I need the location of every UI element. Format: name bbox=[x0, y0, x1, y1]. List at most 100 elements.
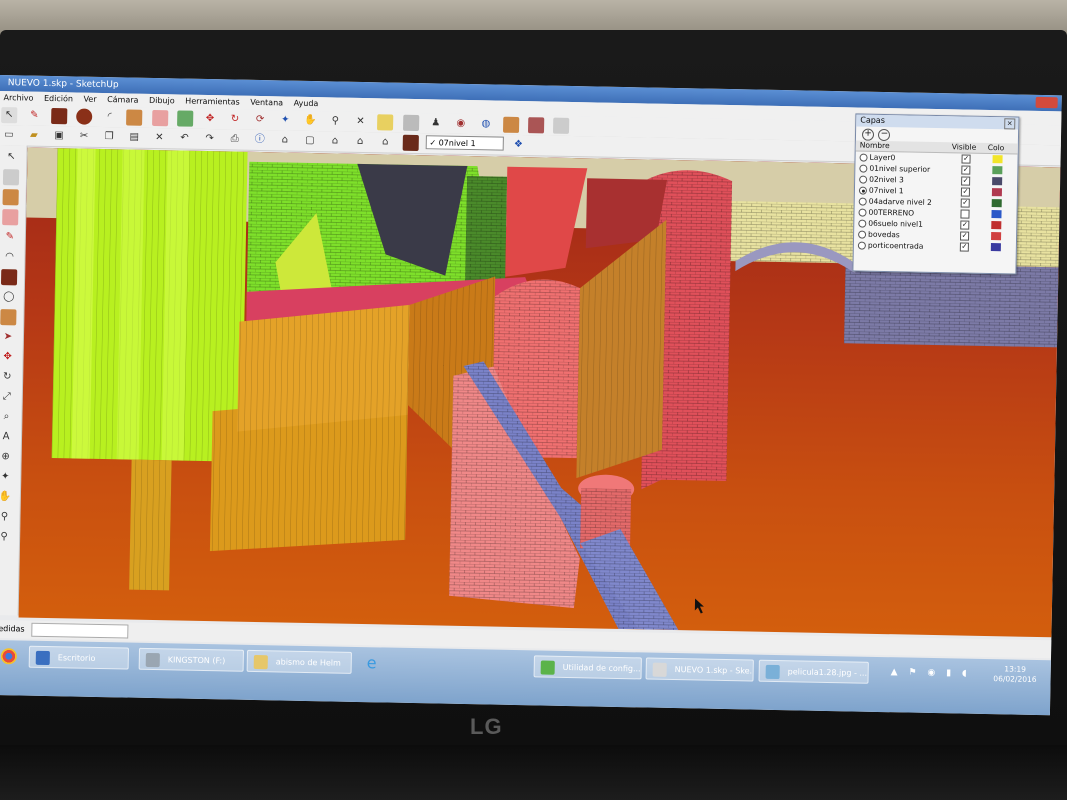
clock[interactable]: 13:19 06/02/2016 bbox=[993, 664, 1037, 685]
redo-icon[interactable]: ↷ bbox=[201, 131, 217, 147]
layer-color-swatch[interactable] bbox=[991, 221, 1002, 230]
menu-edicion[interactable]: Edición bbox=[44, 94, 73, 104]
layer-color-swatch[interactable] bbox=[991, 199, 1002, 208]
layer-visible-checkbox[interactable]: ✓ bbox=[961, 176, 971, 186]
rectangle-left-icon[interactable] bbox=[0, 269, 18, 286]
taskbar-item[interactable]: Utilidad de config... bbox=[533, 655, 642, 680]
arc-left-icon[interactable]: ◠ bbox=[1, 249, 17, 265]
arc-icon[interactable]: ◜ bbox=[101, 109, 117, 125]
measures-input[interactable] bbox=[31, 622, 129, 639]
offset-icon[interactable]: ⟳ bbox=[252, 112, 268, 128]
dimension-icon[interactable] bbox=[402, 114, 419, 132]
layer-color-swatch[interactable] bbox=[990, 243, 1001, 252]
menu-herramientas[interactable]: Herramientas bbox=[185, 97, 240, 107]
orbit-left-icon[interactable]: ✦ bbox=[0, 469, 13, 485]
taskbar-item[interactable]: Escritorio bbox=[28, 645, 130, 670]
push-pull-icon[interactable] bbox=[126, 109, 143, 126]
walk-icon[interactable]: ♟ bbox=[428, 115, 444, 131]
layer-name[interactable]: porticoentrada bbox=[868, 240, 924, 252]
col-visible[interactable]: Visible bbox=[952, 142, 977, 152]
taskbar-item[interactable]: NUEVO 1.skp - Ske... bbox=[645, 657, 754, 682]
zoom-extents-icon[interactable]: ✕ bbox=[352, 114, 368, 130]
menu-ventana[interactable]: Ventana bbox=[250, 98, 283, 108]
zoom-window-icon[interactable]: ⚲ bbox=[0, 529, 12, 545]
layer-color-swatch[interactable] bbox=[992, 177, 1003, 186]
layer-active-radio[interactable] bbox=[858, 230, 867, 239]
layer-active-radio[interactable] bbox=[859, 175, 868, 184]
push-pull-left-icon[interactable] bbox=[0, 309, 17, 326]
box-icon[interactable] bbox=[553, 117, 570, 134]
layer-color-swatch[interactable] bbox=[991, 210, 1002, 219]
delete-icon[interactable]: ✕ bbox=[151, 130, 167, 146]
layer-name[interactable]: 07nivel 1 bbox=[869, 185, 904, 197]
layer-color-swatch[interactable] bbox=[991, 232, 1002, 241]
open-file-icon[interactable]: ▰ bbox=[26, 128, 42, 144]
menu-ver[interactable]: Ver bbox=[83, 95, 96, 104]
layer-active-radio[interactable] bbox=[858, 219, 867, 228]
move-left-icon[interactable]: ✥ bbox=[0, 349, 16, 365]
line-icon[interactable]: ✎ bbox=[2, 229, 18, 245]
make-component-icon[interactable] bbox=[2, 169, 20, 186]
circle-icon[interactable] bbox=[76, 108, 93, 125]
print-icon[interactable]: ⎙ bbox=[226, 131, 242, 147]
layer-color-swatch[interactable] bbox=[992, 155, 1003, 164]
rectangle-icon[interactable] bbox=[51, 107, 68, 125]
layer-visible-checkbox[interactable]: ✓ bbox=[961, 165, 971, 175]
layer-active-radio[interactable] bbox=[858, 197, 867, 206]
cut-icon[interactable]: ✂ bbox=[76, 128, 92, 144]
layer-visible-checkbox[interactable]: ✓ bbox=[960, 187, 971, 197]
col-name[interactable]: Nombre bbox=[860, 141, 890, 152]
components-icon[interactable] bbox=[502, 116, 520, 133]
layer-name[interactable]: 00TERRENO bbox=[868, 207, 914, 219]
menu-archivo[interactable]: Archivo bbox=[3, 93, 33, 103]
layer-visible-checkbox[interactable]: ✓ bbox=[960, 220, 970, 230]
orbit-icon[interactable]: ✦ bbox=[277, 112, 293, 128]
taskbar-item[interactable]: pelicula1.28.jpg - ... bbox=[758, 659, 869, 684]
tape-icon[interactable]: ⌕ bbox=[0, 409, 15, 425]
position-camera-icon[interactable]: ◍ bbox=[478, 116, 494, 132]
zoom-left-icon[interactable]: ⚲ bbox=[0, 509, 13, 525]
iso-view-icon[interactable]: ⌂ bbox=[277, 132, 293, 148]
layer-name[interactable]: bovedas bbox=[868, 229, 900, 241]
menu-ayuda[interactable]: Ayuda bbox=[294, 99, 319, 108]
left-view-icon[interactable] bbox=[402, 134, 419, 152]
menu-camara[interactable]: Cámara bbox=[107, 95, 139, 105]
close-button[interactable] bbox=[1035, 96, 1058, 109]
move-icon[interactable]: ✥ bbox=[202, 111, 218, 127]
layers-panel-close-icon[interactable]: × bbox=[1004, 118, 1016, 130]
pan-left-icon[interactable]: ✋ bbox=[0, 489, 13, 505]
layer-manager-icon[interactable]: ❖ bbox=[510, 137, 526, 153]
system-tray-icons[interactable]: ▲ ⚑ ◉ ▮ ◖ bbox=[891, 667, 971, 679]
layer-active-radio[interactable] bbox=[857, 241, 866, 250]
rotate-icon[interactable]: ↻ bbox=[227, 111, 243, 127]
layer-color-swatch[interactable] bbox=[991, 188, 1003, 197]
scale-icon[interactable]: ⤢ bbox=[0, 389, 15, 405]
layer-color-swatch[interactable] bbox=[992, 166, 1003, 175]
circle-left-icon[interactable]: ◯ bbox=[1, 289, 17, 305]
layer-visible-checkbox[interactable]: ✓ bbox=[960, 198, 970, 208]
layer-visible-checkbox[interactable]: ✓ bbox=[960, 231, 970, 241]
col-color[interactable]: Colo bbox=[988, 143, 1005, 153]
taskbar-item[interactable]: KINGSTON (F:) bbox=[138, 647, 245, 672]
add-layer-icon[interactable]: + bbox=[861, 128, 875, 141]
save-icon[interactable]: ▣ bbox=[51, 128, 67, 144]
new-file-icon[interactable]: ▭ bbox=[1, 127, 17, 143]
eraser-left-icon[interactable] bbox=[2, 209, 19, 226]
paste-icon[interactable]: ▤ bbox=[126, 129, 142, 145]
layer-active-radio[interactable] bbox=[858, 186, 868, 195]
layer-visible-checkbox[interactable] bbox=[960, 209, 970, 219]
back-view-icon[interactable]: ⌂ bbox=[377, 134, 393, 150]
copy-icon[interactable]: ❐ bbox=[101, 129, 117, 145]
layer-active-radio[interactable] bbox=[859, 153, 868, 162]
select-tool-icon[interactable]: ↖ bbox=[1, 107, 18, 124]
pencil-icon[interactable]: ✎ bbox=[26, 108, 42, 124]
rotate-left-icon[interactable]: ↻ bbox=[0, 369, 15, 385]
layer-visible-checkbox[interactable]: ✓ bbox=[959, 242, 969, 252]
menu-dibujo[interactable]: Dibujo bbox=[149, 96, 175, 105]
front-view-icon[interactable]: ⌂ bbox=[327, 133, 343, 149]
taskbar-item[interactable]: abismo de Helm bbox=[246, 649, 352, 674]
text-icon[interactable]: A bbox=[0, 429, 14, 445]
layer-active-radio[interactable] bbox=[859, 164, 868, 173]
zoom-icon[interactable]: ⚲ bbox=[327, 113, 343, 129]
axes-icon[interactable]: ⊕ bbox=[0, 449, 14, 465]
